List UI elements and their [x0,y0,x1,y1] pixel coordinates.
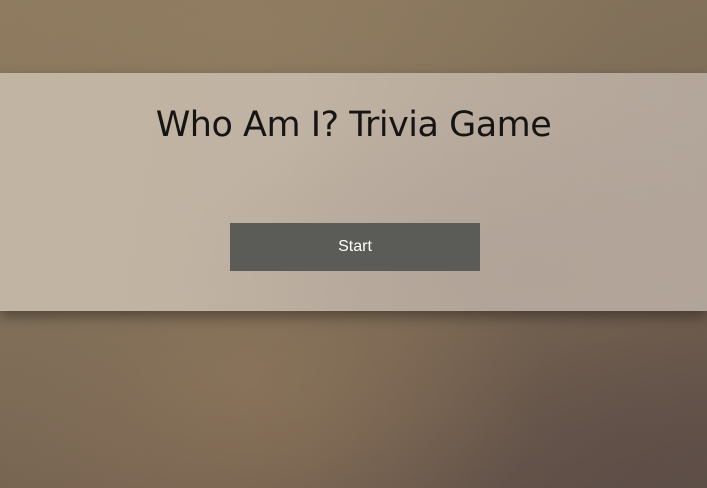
game-title: Who Am I? Trivia Game [155,105,552,145]
game-page: { "game": { "title": "Who Am I? Trivia G… [0,0,707,488]
start-panel: Who Am I? Trivia Game Start [0,73,707,311]
start-button[interactable]: Start [230,223,480,271]
